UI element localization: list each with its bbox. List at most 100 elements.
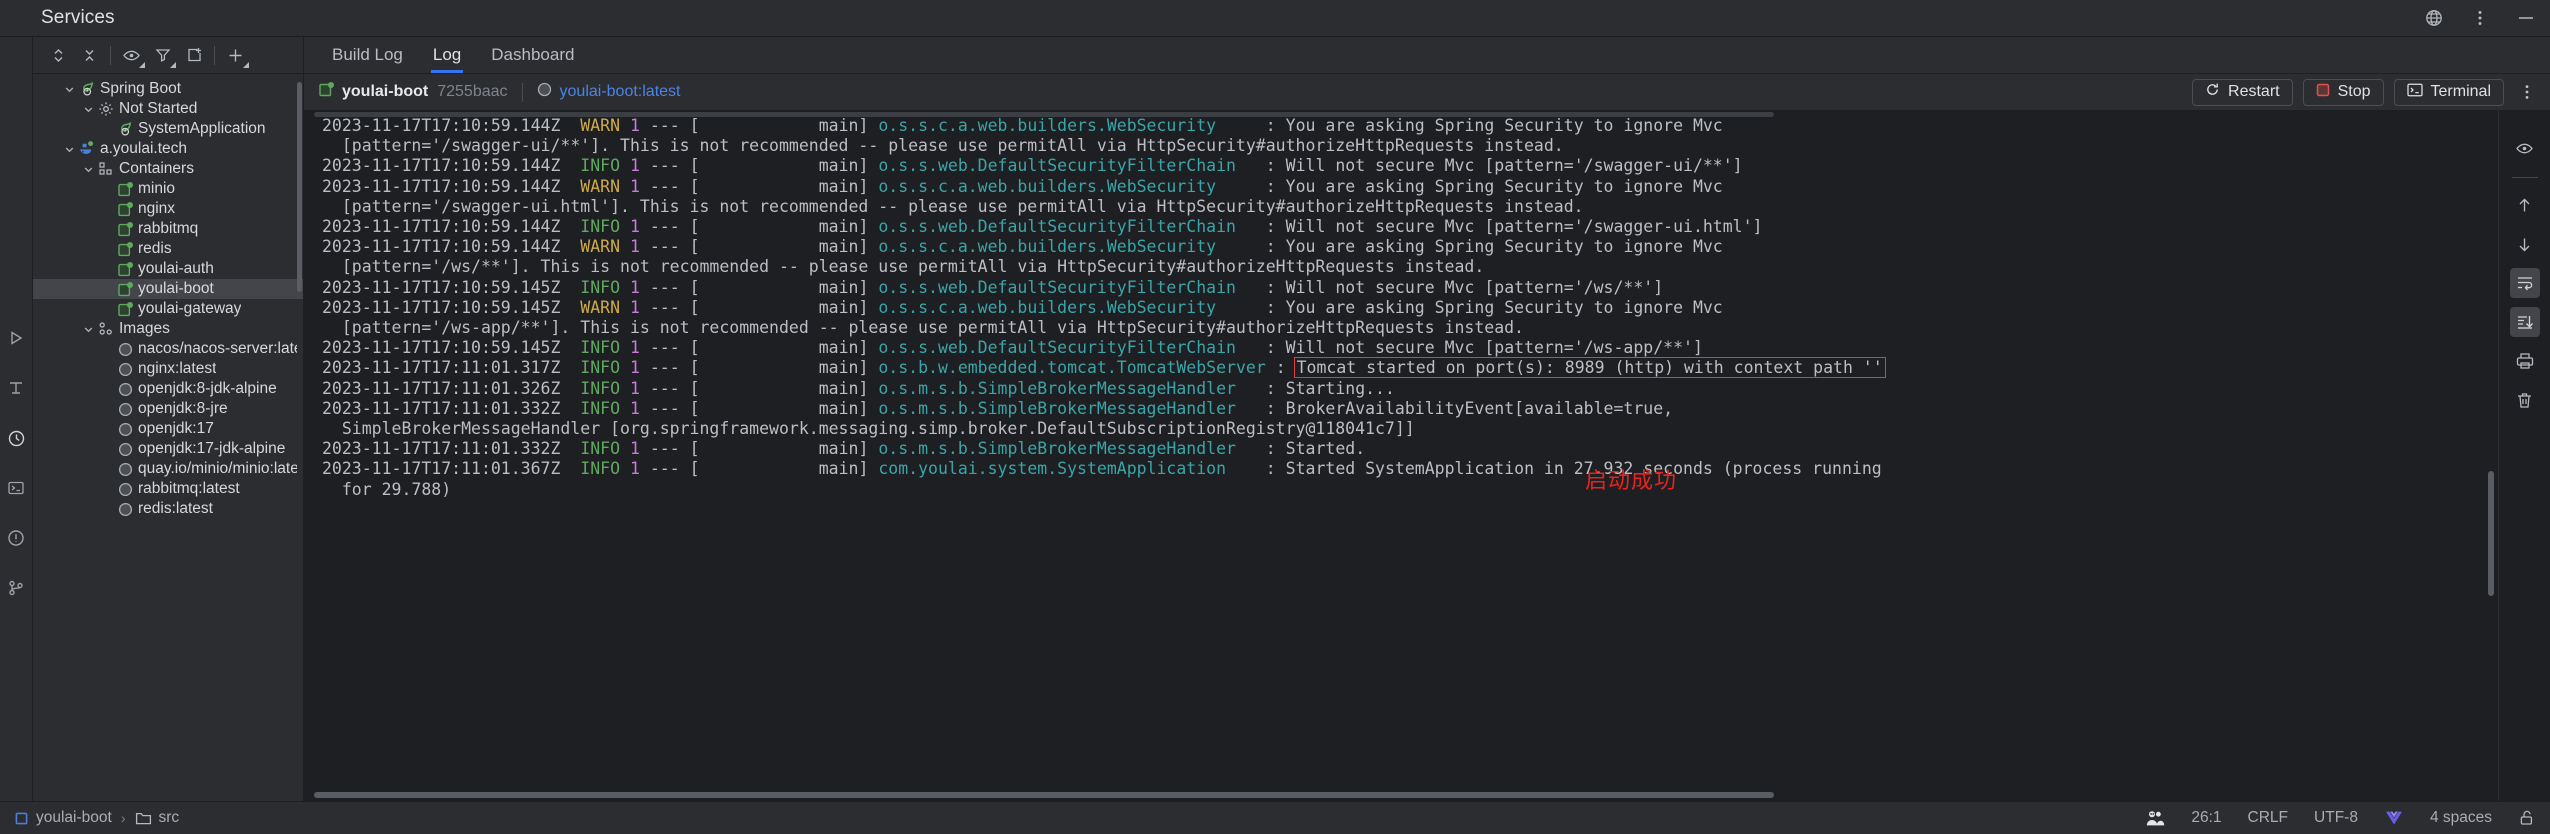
image-icon xyxy=(115,342,135,357)
collapse-all-icon[interactable] xyxy=(74,40,105,71)
scroll-to-end-icon[interactable] xyxy=(2509,307,2540,337)
line-separator[interactable]: CRLF xyxy=(2248,809,2288,827)
file-encoding[interactable]: UTF-8 xyxy=(2314,809,2358,827)
container-running-icon xyxy=(115,201,135,218)
tree-item-youlai-gateway[interactable]: youlai-gateway xyxy=(33,299,303,319)
breadcrumb-item-src[interactable]: src xyxy=(135,809,179,827)
breadcrumb-item-youlai-boot[interactable]: youlai-boot xyxy=(14,809,112,827)
chevron-down-icon[interactable] xyxy=(61,144,77,155)
tree-item-openjdk-8-jdk-alpine[interactable]: openjdk:8-jdk-alpine xyxy=(33,379,303,399)
container-hash: 7255baac xyxy=(437,83,508,100)
folder-icon xyxy=(135,811,152,826)
tree-item-openjdk-8-jre[interactable]: openjdk:8-jre xyxy=(33,399,303,419)
more-options-kebab-icon[interactable] xyxy=(2514,79,2540,106)
minimize-icon[interactable] xyxy=(2514,6,2538,30)
services-sidebar: Spring Boot Not Started SystemApplication a… xyxy=(33,37,304,801)
indent-size[interactable]: 4 spaces xyxy=(2430,809,2492,827)
main-body: Spring Boot Not Started SystemApplication a… xyxy=(0,37,2550,801)
sidebar-scrollbar[interactable] xyxy=(297,82,302,292)
tree-item-label: youlai-boot xyxy=(138,280,214,297)
log-line: 2023-11-17T17:11:01.326Z INFO 1 --- [ ma… xyxy=(322,378,1395,398)
container-running-icon xyxy=(115,241,135,258)
tree-item-nginx-latest[interactable]: nginx:latest xyxy=(33,359,303,379)
log-horizontal-scrollbar[interactable] xyxy=(314,792,1774,798)
tree-item-label: Spring Boot xyxy=(100,80,181,97)
tree-item-containers[interactable]: Containers xyxy=(33,159,303,179)
tree-item-minio[interactable]: minio xyxy=(33,179,303,199)
codewithme-icon[interactable] xyxy=(2145,809,2165,827)
tree-item-nacos-nacos-server-latest[interactable]: nacos/nacos-server:latest xyxy=(33,339,303,359)
add-tab-icon[interactable] xyxy=(178,40,209,71)
problems-icon[interactable] xyxy=(5,527,27,549)
toolbar-divider-2 xyxy=(214,45,215,65)
tree-item-not-started[interactable]: Not Started xyxy=(33,99,303,119)
tree-item-systemapplication[interactable]: SystemApplication xyxy=(33,119,303,139)
services-tree[interactable]: Spring Boot Not Started SystemApplication a… xyxy=(33,74,303,801)
tree-item-openjdk-17-jdk-alpine[interactable]: openjdk:17-jdk-alpine xyxy=(33,439,303,459)
stop-button[interactable]: Stop xyxy=(2302,78,2384,106)
arrow-down-icon[interactable] xyxy=(2510,229,2540,259)
vue-icon[interactable] xyxy=(2384,809,2404,827)
tree-item-label: Containers xyxy=(119,160,194,177)
unlock-icon[interactable] xyxy=(2518,809,2536,827)
tree-item-label: youlai-gateway xyxy=(138,300,242,317)
structure-icon[interactable] xyxy=(5,377,27,399)
soft-wrap-icon[interactable] xyxy=(2509,268,2540,298)
trash-icon[interactable] xyxy=(2510,385,2540,415)
container-running-icon xyxy=(115,181,135,198)
breadcrumb[interactable]: youlai-boot › src xyxy=(14,809,179,827)
tree-item-label: redis xyxy=(138,240,172,257)
tree-item-quay-io-minio-minio-latest[interactable]: quay.io/minio/minio:latest xyxy=(33,459,303,479)
globe-icon[interactable] xyxy=(2422,6,2446,30)
terminal-label: Terminal xyxy=(2430,83,2491,100)
log-line: 2023-11-17T17:10:59.144Z WARN 1 --- [ ma… xyxy=(322,176,1723,196)
restart-button[interactable]: Restart xyxy=(2192,78,2293,106)
log-line: 2023-11-17T17:10:59.144Z INFO 1 --- [ ma… xyxy=(322,156,1743,176)
tree-item-redis[interactable]: redis xyxy=(33,239,303,259)
expand-collapse-icon[interactable] xyxy=(43,40,74,71)
git-icon[interactable] xyxy=(5,577,27,599)
terminal-button[interactable]: Terminal xyxy=(2393,78,2504,106)
tab-log[interactable]: Log xyxy=(418,37,476,73)
tree-item-rabbitmq-latest[interactable]: rabbitmq:latest xyxy=(33,479,303,499)
spring-boot-icon xyxy=(115,120,135,138)
kebab-menu-icon[interactable] xyxy=(2468,6,2492,30)
tab-dashboard[interactable]: Dashboard xyxy=(476,37,589,73)
tree-item-a-youlai-tech[interactable]: a.youlai.tech xyxy=(33,139,303,159)
arrow-up-icon[interactable] xyxy=(2510,190,2540,220)
chevron-down-icon[interactable] xyxy=(80,164,96,175)
tree-item-rabbitmq[interactable]: rabbitmq xyxy=(33,219,303,239)
titlebar-actions xyxy=(2422,0,2538,36)
tree-item-youlai-boot[interactable]: youlai-boot xyxy=(33,279,303,299)
tab-build-log[interactable]: Build Log xyxy=(317,37,418,73)
run-icon[interactable] xyxy=(5,327,27,349)
image-name-link[interactable]: youlai-boot:latest xyxy=(560,83,681,101)
chevron-down-icon[interactable] xyxy=(61,84,77,95)
content-tabs[interactable]: Build Log Log Dashboard xyxy=(304,37,2550,74)
container-running-icon xyxy=(115,261,135,278)
status-bar-items: 26:1 CRLF UTF-8 4 spaces xyxy=(2145,809,2536,827)
tree-item-openjdk-17[interactable]: openjdk:17 xyxy=(33,419,303,439)
caret-position[interactable]: 26:1 xyxy=(2191,809,2221,827)
log-line: 2023-11-17T17:10:59.145Z INFO 1 --- [ ma… xyxy=(322,277,1664,297)
eye-soft-wrap-icon[interactable] xyxy=(2510,133,2540,163)
eye-filter-icon[interactable] xyxy=(116,40,147,71)
tree-item-youlai-auth[interactable]: youlai-auth xyxy=(33,259,303,279)
log-vertical-scrollbar[interactable] xyxy=(2488,471,2494,596)
tree-item-redis-latest[interactable]: redis:latest xyxy=(33,499,303,519)
log-line: 2023-11-17T17:11:01.317Z INFO 1 --- [ ma… xyxy=(322,357,2498,379)
log-console[interactable]: 2023-11-17T17:10:59.144Z WARN 1 --- [ ma… xyxy=(304,111,2498,801)
chevron-down-icon[interactable] xyxy=(80,324,96,335)
tab-label: Log xyxy=(432,45,462,64)
filter-icon[interactable] xyxy=(147,40,178,71)
print-icon[interactable] xyxy=(2510,346,2540,376)
container-name: youlai-boot xyxy=(342,83,429,100)
chevron-down-icon[interactable] xyxy=(80,104,96,115)
services-icon[interactable] xyxy=(5,427,27,449)
tree-item-nginx[interactable]: nginx xyxy=(33,199,303,219)
tree-item-images[interactable]: Images xyxy=(33,319,303,339)
tree-item-label: nacos/nacos-server:latest xyxy=(138,340,297,357)
tree-item-spring-boot[interactable]: Spring Boot xyxy=(33,79,303,99)
plus-icon[interactable] xyxy=(220,40,251,71)
terminal-icon[interactable] xyxy=(5,477,27,499)
